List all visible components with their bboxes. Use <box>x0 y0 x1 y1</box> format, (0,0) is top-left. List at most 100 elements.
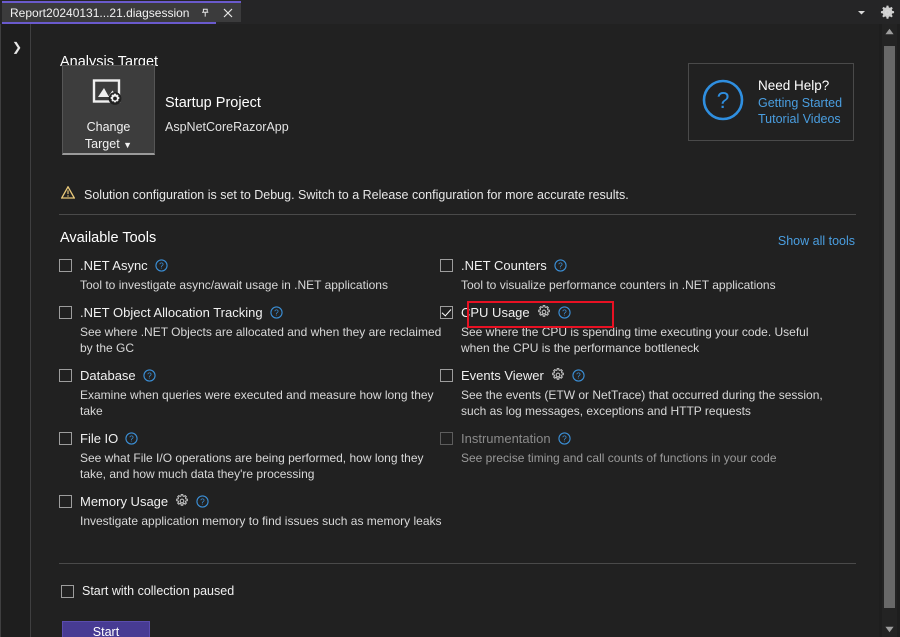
change-target-line1: Change <box>87 120 131 134</box>
tool-header: Instrumentation? <box>440 428 830 448</box>
image-settings-icon <box>92 79 126 114</box>
tool-settings-gear-icon[interactable] <box>537 305 551 319</box>
tool-description: See where .NET Objects are allocated and… <box>80 324 442 356</box>
tool-header: .NET Object Allocation Tracking? <box>59 302 449 322</box>
tool-settings-gear-icon[interactable] <box>175 494 189 508</box>
tool-header: Memory Usage? <box>59 491 449 511</box>
collapsed-side-panel: ❯ <box>0 24 31 637</box>
tool-description: Tool to investigate async/await usage in… <box>80 277 442 293</box>
tool-checkbox[interactable] <box>59 259 72 272</box>
tool-name: .NET Async <box>80 258 148 273</box>
svg-text:?: ? <box>200 496 205 506</box>
tool-item: CPU Usage?See where the CPU is spending … <box>440 302 830 356</box>
chevron-right-icon[interactable]: ❯ <box>9 38 25 56</box>
scroll-down-icon[interactable] <box>882 622 897 637</box>
tool-description: See where the CPU is spending time execu… <box>461 324 823 356</box>
question-circle-icon: ? <box>701 78 745 127</box>
chevron-down-icon[interactable] <box>852 3 870 21</box>
tools-column-right: .NET Counters? Tool to visualize performa… <box>440 255 830 475</box>
tool-name: .NET Object Allocation Tracking <box>80 305 263 320</box>
tool-help-icon[interactable]: ? <box>572 369 585 382</box>
tool-item: Memory Usage? Investigate application mem… <box>59 491 449 529</box>
tutorial-videos-link[interactable]: Tutorial Videos <box>758 111 842 127</box>
divider-bottom <box>59 563 856 564</box>
close-icon[interactable] <box>221 5 235 21</box>
tool-header: .NET Async? <box>59 255 449 275</box>
svg-text:?: ? <box>717 87 730 113</box>
tool-checkbox[interactable] <box>59 306 72 319</box>
tool-checkbox[interactable] <box>59 432 72 445</box>
svg-text:?: ? <box>576 370 581 380</box>
change-target-button[interactable]: Change Target ▼ <box>62 65 155 155</box>
tool-checkbox[interactable] <box>59 369 72 382</box>
show-all-tools-link[interactable]: Show all tools <box>778 234 855 248</box>
tool-item: Database? Examine when queries were execu… <box>59 365 449 419</box>
change-target-line2: Target <box>85 137 120 151</box>
tool-checkbox <box>440 432 453 445</box>
tool-name: .NET Counters <box>461 258 547 273</box>
title-bar: Report20240131...21.diagsession <box>0 0 900 24</box>
tool-name: Events Viewer <box>461 368 544 383</box>
tool-item: .NET Object Allocation Tracking?See wher… <box>59 302 449 356</box>
divider-top <box>59 214 856 215</box>
tool-header: .NET Counters? <box>440 255 830 275</box>
start-button[interactable]: Start <box>62 621 150 637</box>
tool-checkbox[interactable] <box>440 259 453 272</box>
configuration-warning-text: Solution configuration is set to Debug. … <box>84 188 629 202</box>
warning-triangle-icon <box>61 186 75 204</box>
tool-description: Tool to visualize performance counters i… <box>461 277 823 293</box>
tool-checkbox[interactable] <box>440 369 453 382</box>
vertical-scrollbar[interactable] <box>882 24 897 637</box>
tool-checkbox[interactable] <box>440 306 453 319</box>
document-tab-label: Report20240131...21.diagsession <box>10 6 189 20</box>
scrollbar-thumb[interactable] <box>884 46 895 608</box>
tool-settings-gear-icon[interactable] <box>551 368 565 382</box>
start-paused-row[interactable]: Start with collection paused <box>61 584 234 598</box>
tool-help-icon[interactable]: ? <box>558 432 571 445</box>
tool-description: See the events (ETW or NetTrace) that oc… <box>461 387 823 419</box>
tool-help-icon[interactable]: ? <box>270 306 283 319</box>
startup-project-name: AspNetCoreRazorApp <box>165 120 289 134</box>
svg-text:?: ? <box>562 433 567 443</box>
tool-description: See what File I/O operations are being p… <box>80 450 442 482</box>
svg-text:?: ? <box>274 307 279 317</box>
tool-help-icon[interactable]: ? <box>558 306 571 319</box>
scroll-up-icon[interactable] <box>882 24 897 39</box>
tool-name: Instrumentation <box>461 431 551 446</box>
getting-started-link[interactable]: Getting Started <box>758 95 842 111</box>
tool-name: CPU Usage <box>461 305 530 320</box>
tools-column-left: .NET Async? Tool to investigate async/awa… <box>59 255 449 538</box>
tool-checkbox[interactable] <box>59 495 72 508</box>
tool-help-icon[interactable]: ? <box>125 432 138 445</box>
tool-item: Events Viewer?See the events (ETW or Net… <box>440 365 830 419</box>
svg-text:?: ? <box>562 307 567 317</box>
start-paused-label: Start with collection paused <box>82 584 234 598</box>
start-paused-checkbox[interactable] <box>61 585 74 598</box>
tool-description: Investigate application memory to find i… <box>80 513 442 529</box>
tool-name: Memory Usage <box>80 494 168 509</box>
tool-header: Events Viewer? <box>440 365 830 385</box>
need-help-panel: ? Need Help? Getting Started Tutorial Vi… <box>688 63 854 141</box>
chevron-down-icon[interactable]: ▼ <box>123 140 132 150</box>
svg-text:?: ? <box>129 433 134 443</box>
tool-help-icon[interactable]: ? <box>155 259 168 272</box>
need-help-text-block: Need Help? Getting Started Tutorial Vide… <box>758 78 842 127</box>
svg-text:?: ? <box>558 260 563 270</box>
pin-icon[interactable] <box>198 5 212 21</box>
tool-name: Database <box>80 368 136 383</box>
change-target-label: Change Target ▼ <box>85 119 132 154</box>
document-tab[interactable]: Report20240131...21.diagsession <box>2 1 241 22</box>
tool-description: Examine when queries were executed and m… <box>80 387 442 419</box>
titlebar-actions <box>852 0 896 24</box>
tool-header: File IO? <box>59 428 449 448</box>
tool-help-icon[interactable]: ? <box>143 369 156 382</box>
tool-item: Instrumentation?See precise timing and c… <box>440 428 830 466</box>
gear-icon[interactable] <box>878 3 896 21</box>
performance-profiler-page: Analysis Target Change Target ▼ Startup … <box>31 24 879 637</box>
available-tools-heading: Available Tools <box>60 230 156 246</box>
tool-help-icon[interactable]: ? <box>554 259 567 272</box>
tool-help-icon[interactable]: ? <box>196 495 209 508</box>
tool-item: File IO?See what File I/O operations are… <box>59 428 449 482</box>
startup-project-heading: Startup Project <box>165 95 261 111</box>
tool-header: CPU Usage? <box>440 302 830 322</box>
